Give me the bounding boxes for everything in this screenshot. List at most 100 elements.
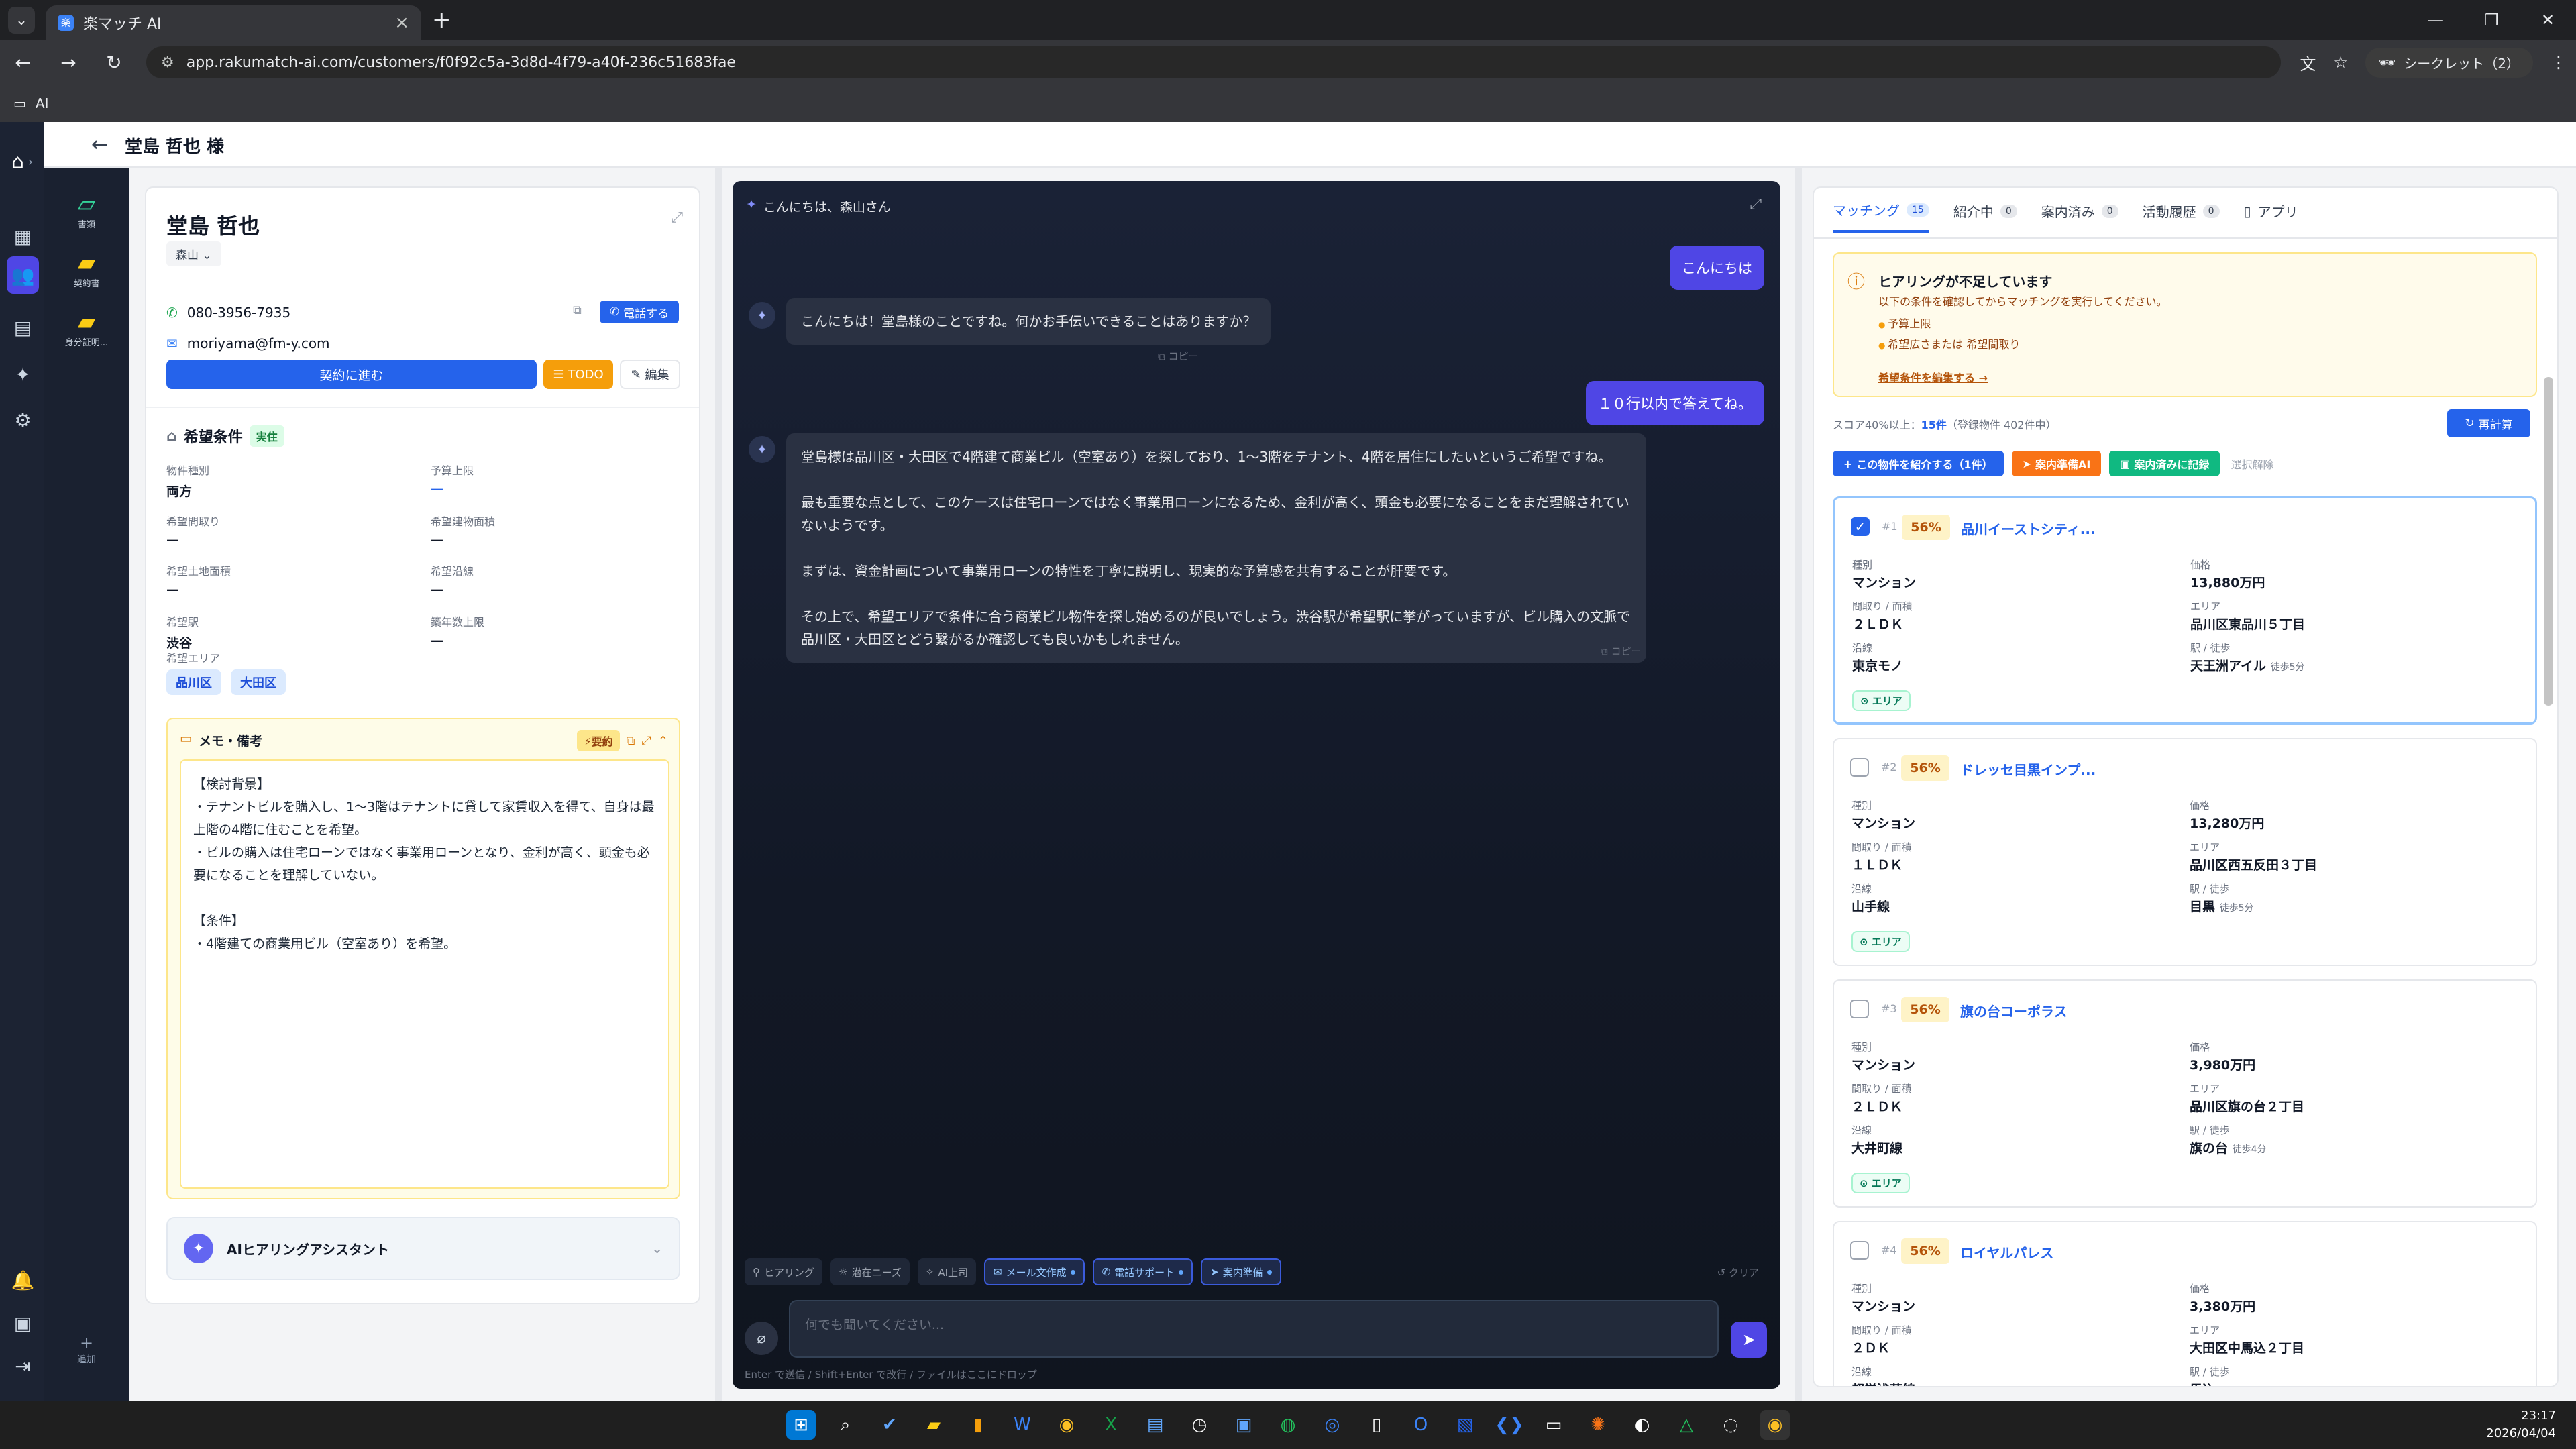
system-clock[interactable]: 23:17 2026/04/04 — [2486, 1407, 2556, 1442]
dashboard-icon[interactable]: ▦ — [9, 223, 36, 250]
doc-folder-documents[interactable]: ▱ 書類 — [44, 191, 129, 230]
introduce-button[interactable]: + この物件を紹介する（1件） — [1833, 451, 2004, 476]
area-chip[interactable]: 品川区 — [166, 669, 221, 695]
record-button[interactable]: ▣ 案内済みに記録 — [2109, 451, 2220, 476]
property-card[interactable]: #3 56% 旗の台コーポラス 種別 マンション 価格 3,980万円 間取り / 面積 ２ＬＤ… — [1833, 979, 2537, 1208]
doc-folder-id[interactable]: ▰ 身分証明... — [44, 309, 129, 348]
line-icon[interactable]: ◍ — [1273, 1410, 1303, 1440]
expand-icon[interactable]: ⤢ — [671, 209, 683, 226]
recalc-button[interactable]: ↻ 再計算 — [2447, 409, 2530, 437]
area-chip[interactable]: 大田区 — [231, 669, 286, 695]
chrome-icon[interactable]: ◉ — [1052, 1410, 1081, 1440]
restore-icon[interactable]: ❐ — [2463, 0, 2520, 40]
property-card[interactable]: #2 56% ドレッセ目黒インプ... 種別 マンション 価格 13,280万円 間取り / … — [1833, 738, 2537, 966]
app-icon[interactable]: ◐ — [1627, 1410, 1657, 1440]
forward-icon[interactable]: → — [55, 52, 82, 74]
chrome-active-icon[interactable]: ◉ — [1760, 1410, 1790, 1440]
clock-app-icon[interactable]: ◷ — [1185, 1410, 1214, 1440]
vscode-icon[interactable]: ❮❯ — [1495, 1410, 1524, 1440]
quick-action-email[interactable]: ✉ メール文作成 — [984, 1258, 1085, 1285]
prep-ai-button[interactable]: ➤ 案内準備AI — [2011, 451, 2102, 476]
bookmark-star-icon[interactable]: ☆ — [2333, 53, 2348, 72]
todo-app-icon[interactable]: ✔ — [875, 1410, 904, 1440]
scrollbar[interactable] — [2544, 377, 2553, 706]
app-icon[interactable]: ◌ — [1716, 1410, 1746, 1440]
quick-action-hearing[interactable]: ⚲ ヒアリング — [745, 1258, 823, 1285]
minimize-icon[interactable]: — — [2407, 0, 2463, 40]
docs-icon[interactable]: ▤ — [1140, 1410, 1170, 1440]
quick-action-phone[interactable]: ✆ 電話サポート — [1092, 1258, 1193, 1285]
tab-activity[interactable]: 活動履歴 0 — [2143, 200, 2220, 233]
expand-icon[interactable]: ⤢ — [1750, 196, 1762, 213]
property-name[interactable]: 品川イーストシティ... — [1961, 519, 2096, 538]
app-icon[interactable]: ◎ — [1318, 1410, 1347, 1440]
copy-button[interactable]: ⧉ コピー — [1601, 644, 1642, 658]
todo-button[interactable]: ☰ TODO — [543, 360, 613, 389]
chat-input[interactable]: 何でも聞いてください... — [789, 1300, 1719, 1358]
edit-conditions-link[interactable]: 希望条件を編集する → — [1878, 369, 1988, 385]
customers-icon[interactable]: 👥 — [7, 256, 39, 294]
site-info-icon[interactable]: ⚙ — [161, 54, 174, 71]
property-card[interactable]: ✓ #1 56% 品川イーストシティ... 種別 マンション 価格 13,880万円 間取り /… — [1833, 496, 2537, 724]
copy-button[interactable]: ⧉ コピー — [1158, 349, 1199, 363]
reload-icon[interactable]: ↻ — [101, 52, 127, 74]
property-name[interactable]: ロイヤルパレス — [1960, 1242, 2053, 1262]
back-icon[interactable]: ← — [9, 52, 36, 74]
summarize-button[interactable]: ⚡要約 — [577, 730, 620, 751]
close-tab-icon[interactable]: × — [394, 13, 409, 33]
new-tab-button[interactable]: + — [432, 7, 451, 34]
copy-icon[interactable]: ⧉ — [573, 303, 582, 317]
excel-icon[interactable]: X — [1096, 1410, 1126, 1440]
property-checkbox[interactable] — [1850, 758, 1869, 777]
property-checkbox[interactable] — [1850, 1241, 1869, 1260]
doc-folder-contracts[interactable]: ▰ 契約書 — [44, 250, 129, 289]
file-explorer-icon[interactable]: ▰ — [919, 1410, 949, 1440]
property-name[interactable]: 旗の台コーポラス — [1960, 1001, 2068, 1020]
outlook-icon[interactable]: O — [1406, 1410, 1436, 1440]
quick-action-guide[interactable]: ➤ 案内準備 — [1201, 1258, 1281, 1285]
tab-introducing[interactable]: 紹介中 0 — [1953, 200, 2017, 233]
bookmark-ai[interactable]: AI — [36, 95, 49, 111]
notes-app-icon[interactable]: ▮ — [963, 1410, 993, 1440]
back-arrow-icon[interactable]: ← — [91, 133, 108, 156]
quick-action-ai-boss[interactable]: ✧ AI上司 — [917, 1258, 976, 1285]
call-button[interactable]: ✆ 電話する — [600, 301, 679, 323]
feedback-icon[interactable]: ▣ — [9, 1309, 36, 1336]
word-icon[interactable]: W — [1008, 1410, 1037, 1440]
tab-app[interactable]: ▯ アプリ — [2244, 200, 2298, 233]
deselect-button[interactable]: 選択解除 — [2228, 451, 2276, 476]
menu-icon[interactable]: ⋮ — [2551, 53, 2567, 72]
browser-tab[interactable]: 楽 楽マッチ AI × — [46, 5, 421, 40]
drive-icon[interactable]: △ — [1672, 1410, 1701, 1440]
chevron-up-icon[interactable]: ⌃ — [658, 734, 668, 748]
resize-handle-left[interactable] — [715, 168, 722, 1401]
tab-matching[interactable]: マッチング 15 — [1833, 200, 1929, 233]
ai-hearing-assistant[interactable]: ✦ AIヒアリングアシスタント ⌄ — [166, 1217, 680, 1280]
copy-icon[interactable]: ⧉ — [627, 734, 635, 748]
attach-icon[interactable]: ⌀ — [745, 1322, 778, 1355]
incognito-badge[interactable]: 🕶 シークレット（2） — [2365, 47, 2533, 78]
tab-guided[interactable]: 案内済み 0 — [2041, 200, 2118, 233]
translate-icon[interactable]: 文 — [2300, 51, 2316, 74]
agent-select[interactable]: 森山 ⌄ — [166, 241, 221, 266]
logout-icon[interactable]: ⇥ — [9, 1352, 36, 1379]
ai-sparkle-icon[interactable]: ✦ — [9, 361, 36, 388]
send-button[interactable]: ➤ — [1731, 1322, 1767, 1358]
contract-button[interactable]: 契約に進む — [166, 360, 537, 389]
memo-textarea[interactable]: 【検討背景】 ・テナントビルを購入し、1〜3階はテナントに貸して家賃収入を得て、… — [180, 759, 669, 1189]
expand-icon[interactable]: ⤢ — [642, 734, 651, 748]
address-bar[interactable]: ⚙ app.rakumatch-ai.com/customers/f0f92c5… — [146, 46, 2282, 78]
doc-add-button[interactable]: + 追加 — [44, 1334, 129, 1366]
resize-handle-right[interactable] — [1795, 168, 1802, 1401]
property-name[interactable]: ドレッセ目黒インプ... — [1960, 759, 2096, 779]
tab-search-button[interactable]: ⌄ — [8, 7, 35, 34]
property-checkbox[interactable] — [1850, 1000, 1869, 1018]
bell-icon[interactable]: 🔔 — [9, 1267, 36, 1293]
settings-icon[interactable]: ⚙ — [9, 407, 36, 433]
close-window-icon[interactable]: ✕ — [2520, 0, 2576, 40]
edit-button[interactable]: ✎ 編集 — [620, 360, 680, 389]
home-icon[interactable]: ⌂ › — [0, 141, 44, 182]
quick-action-needs[interactable]: ☼ 潜在ニーズ — [830, 1258, 910, 1285]
building-icon[interactable]: ▤ — [9, 314, 36, 341]
property-checkbox[interactable]: ✓ — [1851, 517, 1870, 536]
